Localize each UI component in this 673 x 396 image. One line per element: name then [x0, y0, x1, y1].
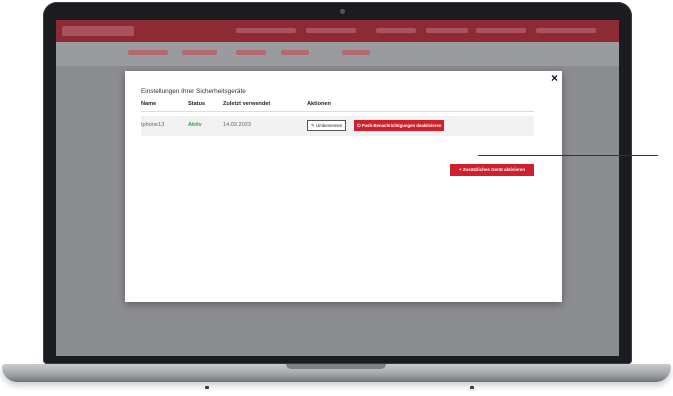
background-subnav-item — [128, 50, 168, 55]
devices-table: Name Status Zuletzt verwendet Aktionen I… — [141, 99, 534, 136]
laptop-notch — [286, 364, 386, 369]
background-subnav-item — [182, 50, 217, 55]
column-header-name: Name — [141, 101, 157, 107]
add-device-button[interactable]: + Zusätzliches Gerät aktivieren — [450, 164, 534, 176]
background-nav-item — [426, 28, 468, 33]
device-status-badge: Aktiv — [188, 122, 202, 128]
background-header — [56, 20, 619, 42]
laptop-screen: × Einstellungen Ihrer Sicherheitsgeräte … — [56, 20, 619, 356]
device-last-used: 14.02.2023 — [223, 122, 251, 128]
pencil-icon: ✎ — [311, 123, 315, 128]
disable-push-button[interactable]: ⏻ Push-Benachrichtigungen deaktivieren — [354, 120, 445, 131]
close-icon[interactable]: × — [551, 71, 558, 85]
background-nav-item — [536, 28, 596, 33]
plus-icon: + — [458, 167, 462, 172]
laptop-foot — [470, 386, 474, 389]
background-nav-item — [376, 28, 416, 33]
modal-title: Einstellungen Ihrer Sicherheitsgeräte — [141, 88, 246, 95]
disable-push-button-label: Push-Benachrichtigungen deaktivieren — [361, 123, 442, 128]
background-subnav-item — [342, 50, 370, 55]
add-device-button-label: Zusätzliches Gerät aktivieren — [462, 167, 526, 172]
background-logo — [62, 26, 134, 36]
laptop-foot — [205, 386, 209, 389]
table-row: Iphone13 Aktiv 14.02.2023 ✎ Umbenennen ⏻… — [141, 116, 534, 136]
background-subnav-item — [236, 50, 266, 55]
background-nav-item — [476, 28, 526, 33]
rename-button[interactable]: ✎ Umbenennen — [307, 120, 347, 131]
table-header: Name Status Zuletzt verwendet Aktionen — [141, 99, 534, 112]
security-devices-modal: × Einstellungen Ihrer Sicherheitsgeräte … — [125, 71, 562, 302]
background-subnav-item — [281, 50, 309, 55]
device-name: Iphone13 — [141, 122, 165, 128]
power-icon: ⏻ — [357, 123, 361, 128]
background-nav-item — [306, 28, 356, 33]
rename-button-label: Umbenennen — [315, 123, 343, 128]
column-header-last-used: Zuletzt verwendet — [223, 101, 271, 107]
background-nav-item — [236, 28, 296, 33]
column-header-actions: Aktionen — [307, 101, 331, 107]
column-header-status: Status — [188, 101, 206, 107]
callout-line — [478, 155, 658, 156]
webcam — [340, 9, 345, 14]
